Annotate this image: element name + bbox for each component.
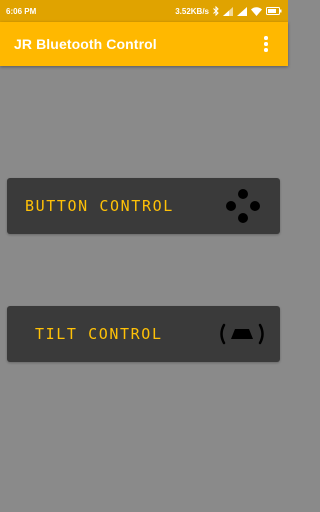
menu-dot — [264, 36, 268, 40]
gamepad-buttons-icon — [226, 189, 260, 223]
app-title: JR Bluetooth Control — [14, 36, 157, 52]
tilt-car-icon — [220, 323, 264, 345]
battery-icon — [266, 7, 282, 15]
wifi-icon — [251, 6, 262, 16]
app-bar: JR Bluetooth Control — [0, 22, 288, 66]
bluetooth-icon — [213, 6, 219, 16]
status-right: 3.52KB/s — [175, 6, 282, 16]
tilt-control-label: TILT CONTROL — [35, 325, 163, 343]
menu-dot — [264, 48, 268, 52]
button-control-button[interactable]: BUTTON CONTROL — [7, 178, 280, 234]
signal-icon-2 — [237, 6, 247, 16]
status-bar: 6:06 PM 3.52KB/s — [0, 0, 288, 22]
tilt-control-button[interactable]: TILT CONTROL — [7, 306, 280, 362]
overflow-menu-icon[interactable] — [258, 32, 274, 56]
network-speed: 3.52KB/s — [175, 6, 209, 16]
status-left: 6:06 PM — [6, 7, 36, 16]
menu-dot — [264, 42, 268, 46]
button-control-label: BUTTON CONTROL — [25, 197, 174, 215]
status-time: 6:06 PM — [6, 6, 37, 16]
signal-icon — [223, 6, 233, 16]
